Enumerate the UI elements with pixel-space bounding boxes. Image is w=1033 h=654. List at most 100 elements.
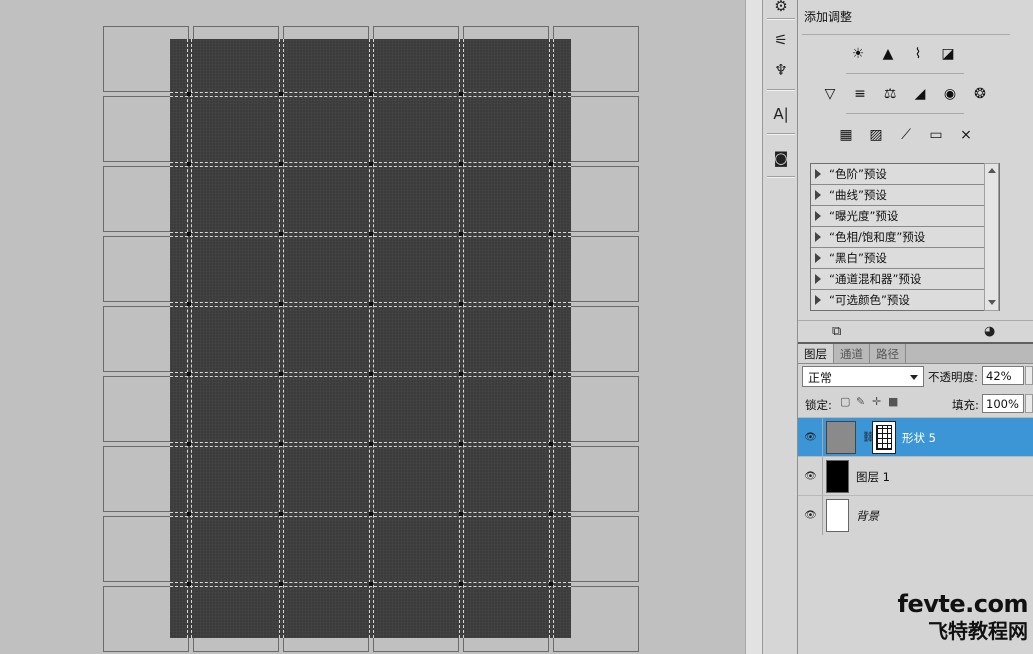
- visibility-toggle-icon[interactable]: ◕: [984, 324, 995, 339]
- eye-icon[interactable]: 👁: [802, 429, 819, 445]
- history-icon[interactable]: ⚙: [767, 0, 795, 18]
- canvas-vertical-scrollbar[interactable]: [745, 0, 762, 654]
- black-white-icon[interactable]: ◢: [908, 83, 932, 105]
- levels-icon[interactable]: ▲: [876, 43, 900, 65]
- vibrance-icon[interactable]: ▽: [818, 83, 842, 105]
- preset-item[interactable]: “曝光度”预设: [811, 206, 999, 227]
- path-anchor-point[interactable]: [459, 442, 463, 446]
- layer-row-layer1[interactable]: 👁 图层 1: [798, 456, 1033, 496]
- lock-pixels-icon[interactable]: ✎: [856, 395, 865, 408]
- path-anchor-point[interactable]: [459, 582, 463, 586]
- path-anchor-point[interactable]: [549, 162, 553, 166]
- tab-channels[interactable]: 通道: [834, 344, 870, 363]
- fill-input[interactable]: 100%: [982, 394, 1024, 413]
- guide-line: [459, 39, 460, 638]
- scroll-up-icon[interactable]: [988, 168, 996, 173]
- curves-icon[interactable]: ⌇: [906, 43, 930, 65]
- path-anchor-point[interactable]: [279, 372, 283, 376]
- path-anchor-point[interactable]: [369, 302, 373, 306]
- guide-line: [170, 306, 571, 307]
- path-anchor-point[interactable]: [549, 512, 553, 516]
- path-anchor-point[interactable]: [459, 92, 463, 96]
- path-anchor-point[interactable]: [369, 512, 373, 516]
- path-anchor-point[interactable]: [549, 442, 553, 446]
- path-anchor-point[interactable]: [279, 442, 283, 446]
- path-anchor-point[interactable]: [459, 232, 463, 236]
- channel-mixer-icon[interactable]: ❂: [968, 83, 992, 105]
- tab-paths[interactable]: 路径: [870, 344, 906, 363]
- document-canvas[interactable]: [0, 0, 745, 654]
- preset-item[interactable]: “通道混和器”预设: [811, 269, 999, 290]
- camera-icon[interactable]: ◙: [767, 146, 795, 170]
- lock-position-icon[interactable]: ✛: [872, 395, 881, 408]
- path-anchor-point[interactable]: [187, 582, 191, 586]
- scroll-down-icon[interactable]: [988, 300, 996, 305]
- preset-item[interactable]: “黑白”预设: [811, 248, 999, 269]
- path-anchor-point[interactable]: [279, 162, 283, 166]
- blend-mode-select[interactable]: 正常: [802, 366, 924, 387]
- guide-line: [279, 39, 280, 638]
- lock-all-icon[interactable]: ■: [888, 395, 898, 408]
- photo-filter-icon[interactable]: ◉: [938, 83, 962, 105]
- eye-icon[interactable]: 👁: [802, 468, 819, 484]
- path-anchor-point[interactable]: [279, 92, 283, 96]
- color-balance-icon[interactable]: ⚖: [878, 83, 902, 105]
- path-anchor-point[interactable]: [369, 162, 373, 166]
- selective-color-icon[interactable]: ⨯: [954, 124, 978, 146]
- path-anchor-point[interactable]: [279, 232, 283, 236]
- clip-icon[interactable]: ⧉: [832, 324, 841, 339]
- path-anchor-point[interactable]: [459, 162, 463, 166]
- invert-icon[interactable]: ▦: [834, 124, 858, 146]
- path-anchor-point[interactable]: [549, 302, 553, 306]
- preset-item[interactable]: “色相/饱和度”预设: [811, 227, 999, 248]
- path-anchor-point[interactable]: [279, 582, 283, 586]
- path-anchor-point[interactable]: [187, 302, 191, 306]
- expand-triangle-icon: [815, 211, 821, 221]
- exposure-icon[interactable]: ◪: [936, 43, 960, 65]
- path-anchor-point[interactable]: [549, 232, 553, 236]
- preset-item[interactable]: “曲线”预设: [811, 185, 999, 206]
- path-anchor-point[interactable]: [187, 372, 191, 376]
- fill-stepper[interactable]: [1025, 394, 1033, 413]
- path-anchor-point[interactable]: [187, 442, 191, 446]
- preset-item[interactable]: “可选颜色”预设: [811, 290, 999, 310]
- layer-row-shape5[interactable]: 👁 ⛓ 形状 5: [798, 417, 1033, 457]
- path-anchor-point[interactable]: [187, 92, 191, 96]
- path-anchor-point[interactable]: [279, 512, 283, 516]
- path-anchor-point[interactable]: [187, 162, 191, 166]
- opacity-stepper[interactable]: [1025, 366, 1033, 385]
- preset-scrollbar[interactable]: [984, 163, 999, 311]
- path-anchor-point[interactable]: [549, 582, 553, 586]
- path-anchor-point[interactable]: [369, 442, 373, 446]
- tab-layers[interactable]: 图层: [798, 344, 834, 363]
- path-anchor-point[interactable]: [187, 512, 191, 516]
- path-anchor-point[interactable]: [549, 372, 553, 376]
- shape-layer-fill[interactable]: [170, 39, 571, 638]
- opacity-input[interactable]: 42%: [982, 366, 1024, 385]
- path-anchor-point[interactable]: [369, 92, 373, 96]
- threshold-icon[interactable]: ⟋: [894, 124, 918, 146]
- usb-icon[interactable]: ♆: [767, 58, 795, 82]
- path-anchor-point[interactable]: [549, 92, 553, 96]
- layers-tabbar: 图层 通道 路径: [798, 344, 1033, 364]
- sliders-icon[interactable]: ⚟: [767, 28, 795, 52]
- brightness-icon[interactable]: ☀: [846, 43, 870, 65]
- lock-transparent-icon[interactable]: ▢: [840, 395, 850, 408]
- path-anchor-point[interactable]: [369, 372, 373, 376]
- gradient-map-icon[interactable]: ▭: [924, 124, 948, 146]
- posterize-icon[interactable]: ▨: [864, 124, 888, 146]
- path-anchor-point[interactable]: [459, 372, 463, 376]
- eye-icon[interactable]: 👁: [802, 507, 819, 523]
- path-anchor-point[interactable]: [369, 232, 373, 236]
- path-anchor-point[interactable]: [369, 582, 373, 586]
- layer-row-background[interactable]: 👁 背景: [798, 495, 1033, 535]
- path-anchor-point[interactable]: [459, 302, 463, 306]
- adjustment-row-3: ▦ ▨ ⟋ ▭ ⨯: [834, 124, 978, 146]
- path-anchor-point[interactable]: [187, 232, 191, 236]
- preset-item[interactable]: “色阶”预设: [811, 164, 999, 185]
- character-icon[interactable]: A|: [767, 102, 795, 126]
- path-anchor-point[interactable]: [459, 512, 463, 516]
- guide-line: [170, 166, 571, 167]
- path-anchor-point[interactable]: [279, 302, 283, 306]
- hue-saturation-icon[interactable]: ≡: [848, 83, 872, 105]
